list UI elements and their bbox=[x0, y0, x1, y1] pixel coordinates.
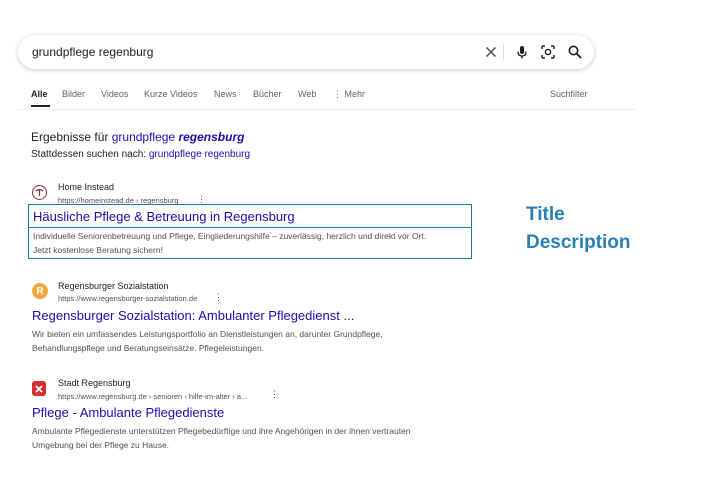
result-2-desc-line1: Wir bieten ein umfassendes Leistungsport… bbox=[32, 329, 383, 339]
tab-short-videos[interactable]: Kurze Videos bbox=[144, 89, 197, 99]
result-3-url[interactable]: https://www.regensburg.de › senioren › h… bbox=[58, 392, 247, 401]
result-3-title[interactable]: Pflege - Ambulante Pflegedienste bbox=[32, 405, 224, 420]
results-for-notice: Ergebnisse für grundpflege regensburg bbox=[31, 130, 244, 144]
active-tab-indicator bbox=[31, 105, 50, 107]
search-instead-prefix: Stattdessen suchen nach: bbox=[31, 149, 149, 160]
result-2-site-name: Regensburger Sozialstation bbox=[58, 281, 169, 291]
description-highlight-box bbox=[28, 227, 472, 259]
title-highlight-box bbox=[28, 204, 472, 228]
result-2-url[interactable]: https://www.regensburger-sozialstation.d… bbox=[58, 294, 197, 303]
original-query-link[interactable]: grundpflege regenburg bbox=[149, 149, 250, 160]
results-for-prefix: Ergebnisse für bbox=[31, 130, 112, 144]
tab-books[interactable]: Bücher bbox=[253, 89, 282, 99]
tab-more[interactable]: ⋮ Mehr bbox=[333, 89, 365, 100]
tab-all[interactable]: Alle bbox=[31, 89, 48, 99]
description-annotation-label: Description bbox=[526, 232, 631, 253]
corrected-query-link[interactable]: grundpflege regensburg bbox=[112, 130, 245, 144]
search-divider bbox=[503, 44, 504, 60]
result-3-more-icon[interactable]: ⋮ bbox=[270, 390, 279, 399]
result-3-desc-line2: Umgebung bei der Pflege zu Hause. bbox=[32, 440, 170, 450]
search-instead-notice: Stattdessen suchen nach: grundpflege reg… bbox=[31, 149, 250, 160]
result-3-description: Ambulante Pflegedienste unterstützen Pfl… bbox=[32, 424, 472, 452]
microphone-icon[interactable] bbox=[514, 44, 530, 60]
search-box[interactable]: grundpflege regenburg bbox=[18, 35, 594, 69]
home-instead-logo bbox=[32, 185, 47, 200]
corrected-word: grundpflege bbox=[111, 130, 176, 144]
tools-button[interactable]: Suchfilter bbox=[550, 89, 588, 99]
result-3-site-name: Stadt Regensburg bbox=[58, 378, 131, 388]
result-2-description: Wir bieten ein umfassendes Leistungsport… bbox=[32, 327, 472, 355]
result-2-title[interactable]: Regensburger Sozialstation: Ambulanter P… bbox=[32, 308, 354, 323]
result-1-site-name: Home Instead bbox=[58, 182, 115, 192]
result-2-more-icon[interactable]: ⋮ bbox=[214, 293, 223, 302]
result-2-desc-line2: Behandlungspflege und Beratungseinsätze.… bbox=[32, 343, 265, 353]
tab-news[interactable]: News bbox=[214, 89, 237, 99]
stadt-regensburg-crest bbox=[32, 381, 46, 396]
search-input[interactable]: grundpflege regenburg bbox=[32, 45, 153, 59]
corrected-word-emphasis: regensburg bbox=[178, 130, 245, 144]
tab-web[interactable]: Web bbox=[298, 89, 316, 99]
result-1-more-icon[interactable]: ⋮ bbox=[197, 195, 206, 204]
clear-icon[interactable] bbox=[483, 44, 499, 60]
more-dots-icon: ⋮ bbox=[333, 89, 345, 99]
title-annotation-label: Title bbox=[526, 204, 565, 225]
tab-images[interactable]: Bilder bbox=[62, 89, 85, 99]
tab-more-label: Mehr bbox=[344, 89, 366, 99]
sozialstation-logo: R bbox=[32, 283, 48, 299]
tabs-divider bbox=[18, 109, 636, 110]
result-3-desc-line1: Ambulante Pflegedienste unterstützen Pfl… bbox=[32, 426, 411, 436]
search-icon[interactable] bbox=[567, 44, 583, 60]
tab-videos[interactable]: Videos bbox=[101, 89, 128, 99]
lens-icon[interactable] bbox=[540, 44, 556, 60]
